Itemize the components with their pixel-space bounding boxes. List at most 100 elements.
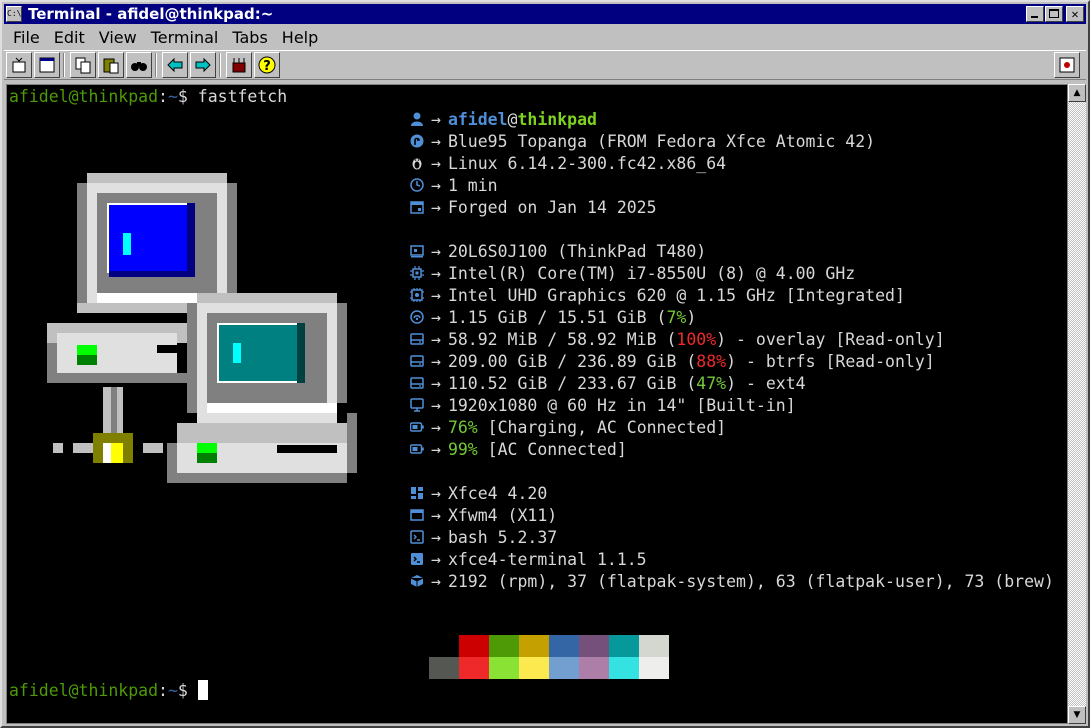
info-row: → Intel(R) Core(TM) i7-8550U (8) @ 4.00 G… (409, 262, 1054, 284)
new-tab-icon (12, 57, 26, 73)
new-window-button[interactable] (34, 52, 60, 78)
header-user: afidel (447, 109, 508, 129)
menu-help[interactable]: Help (277, 28, 323, 47)
menu-terminal[interactable]: Terminal (146, 28, 224, 47)
info-value-suffix: ) - overlay [Read-only] (716, 329, 945, 349)
info-row: → 20L6S0J100 (ThinkPad T480) (409, 240, 1054, 262)
info-row: → Xfwm4 (X11) (409, 504, 1054, 526)
info-value: Linux 6.14.2-300.fc42.x86_64 (447, 153, 727, 173)
info-value: 20L6S0J100 (ThinkPad T480) (447, 241, 707, 261)
preferences-button[interactable] (226, 52, 252, 78)
next-tab-button[interactable] (190, 52, 216, 78)
arrow: → (431, 505, 441, 525)
copy-button[interactable] (70, 52, 96, 78)
arrow-down-icon: ▼ (1073, 710, 1081, 720)
arrow: → (431, 571, 441, 591)
info-value: bash 5.2.37 (447, 527, 558, 547)
help-button[interactable]: ? (254, 52, 280, 78)
info-value: Intel(R) Core(TM) i7-8550U (8) @ 4.00 GH… (447, 263, 856, 283)
color-swatch (519, 657, 549, 679)
title-bar[interactable]: C:\ Terminal - afidel@thinkpad:~ ✕ (4, 4, 1086, 24)
info-value: 209.00 GiB / 236.89 GiB ( (447, 351, 697, 371)
terminal-icon (409, 551, 425, 567)
fullscreen-button[interactable] (1054, 52, 1080, 78)
user-icon (409, 111, 425, 127)
arrow: → (431, 285, 441, 305)
maximize-button[interactable] (1045, 6, 1063, 22)
window-title: Terminal - afidel@thinkpad:~ (28, 5, 274, 23)
battery-icon (409, 441, 425, 457)
arrow: → (431, 439, 441, 459)
info-value: Intel UHD Graphics 620 @ 1.15 GHz [Integ… (447, 285, 905, 305)
shell-icon (409, 529, 425, 545)
usage-percent: 99% (447, 439, 478, 459)
info-row: → 76% [Charging, AC Connected] (409, 416, 1054, 438)
blue95-computers-logo (47, 173, 357, 483)
terminal-screen[interactable]: afidel@thinkpad:~$ fastfetch → afidel @ … (6, 84, 1068, 724)
svg-text:?: ? (263, 59, 271, 74)
find-icon (131, 62, 147, 71)
arrow: → (431, 527, 441, 547)
menu-view[interactable]: View (94, 28, 142, 47)
info-value: 2192 (rpm), 37 (flatpak-system), 63 (fla… (447, 571, 1054, 591)
color-swatch (459, 657, 489, 679)
desktop-environment-icon (409, 485, 425, 501)
scroll-down-button[interactable]: ▼ (1068, 706, 1086, 724)
arrow: → (431, 483, 441, 503)
info-row: → 1920x1080 @ 60 Hz in 14" [Built-in] (409, 394, 1054, 416)
color-swatch (579, 635, 609, 657)
menu-file[interactable]: File (8, 28, 45, 47)
usage-percent: 100% (676, 329, 717, 349)
window-manager-icon (409, 507, 425, 523)
color-swatch (519, 635, 549, 657)
terminal-app-icon[interactable]: C:\ (6, 6, 22, 22)
info-row: → 209.00 GiB / 236.89 GiB (88%) - btrfs [… (409, 350, 1054, 372)
usage-percent: 7% (666, 307, 687, 327)
command-text: fastfetch (197, 87, 288, 106)
info-row: → 1.15 GiB / 15.51 GiB (7%) (409, 306, 1054, 328)
arrow: → (431, 373, 441, 393)
arrow: → (431, 197, 441, 217)
scroll-up-button[interactable]: ▲ (1068, 84, 1086, 102)
menu-edit[interactable]: Edit (49, 28, 90, 47)
header-host: thinkpad (517, 109, 597, 129)
previous-tab-button[interactable] (162, 52, 188, 78)
find-button[interactable] (126, 52, 152, 78)
arrow: → (431, 175, 441, 195)
terminal-window: C:\ Terminal - afidel@thinkpad:~ ✕ File … (0, 0, 1090, 728)
info-value-suffix: [Charging, AC Connected] (477, 417, 727, 437)
arrow: → (431, 329, 441, 349)
color-swatch (639, 657, 669, 679)
info-value: 58.92 MiB / 58.92 MiB ( (447, 329, 677, 349)
preferences-icon (232, 58, 246, 73)
uptime-icon (409, 177, 425, 193)
display-icon (409, 397, 425, 413)
next-tab-icon (195, 57, 211, 73)
arrow: → (431, 153, 441, 173)
close-button[interactable]: ✕ (1066, 6, 1084, 22)
info-value: 1920x1080 @ 60 Hz in 14" [Built-in] (447, 395, 796, 415)
info-row: → Intel UHD Graphics 620 @ 1.15 GHz [Inte… (409, 284, 1054, 306)
toolbar: ? (4, 50, 1086, 80)
menu-tabs[interactable]: Tabs (227, 28, 272, 47)
kernel-icon (409, 155, 425, 171)
arrow: → (431, 351, 441, 371)
arrow: → (431, 549, 441, 569)
color-swatch (549, 635, 579, 657)
usage-percent: 76% (447, 417, 478, 437)
vertical-scrollbar[interactable]: ▲ ▼ (1068, 84, 1086, 724)
prompt-path: ~ (167, 681, 178, 700)
info-value-suffix: ) - ext4 (726, 373, 806, 393)
info-row: → xfce4-terminal 1.1.5 (409, 548, 1054, 570)
info-row: → Blue95 Topanga (FROM Fedora Xfce Atomic… (409, 130, 1054, 152)
info-value-suffix: [AC Connected] (477, 439, 627, 459)
usage-percent: 47% (696, 373, 727, 393)
minimize-button[interactable] (1026, 6, 1044, 22)
copy-icon (75, 57, 91, 74)
paste-button[interactable] (98, 52, 124, 78)
info-row: → Xfce4 4.20 (409, 482, 1054, 504)
color-swatch (489, 657, 519, 679)
prompt-user: afidel@thinkpad (9, 87, 159, 106)
new-tab-button[interactable] (6, 52, 32, 78)
